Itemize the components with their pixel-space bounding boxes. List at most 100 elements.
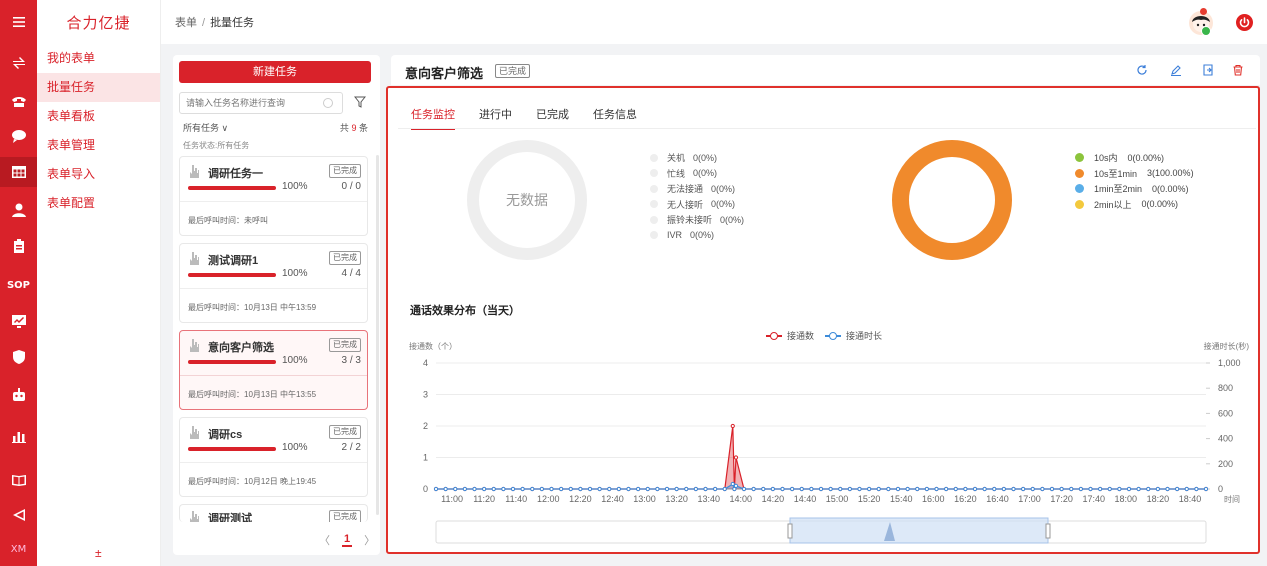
chat-icon[interactable] [0,121,37,151]
monitor-icon[interactable] [0,306,37,336]
x-tick-label: 17:00 [1018,494,1041,504]
grid-icon[interactable] [0,157,37,187]
legend-item[interactable]: 无法接通 0(0%) [650,181,744,197]
task-count-prefix: 共 [339,123,349,133]
filter-icon[interactable] [354,96,366,108]
tab-completed[interactable]: 已完成 [536,106,569,130]
card-divider [180,462,367,463]
legend-label: IVR [667,230,683,241]
bar-chart-icon[interactable] [0,421,37,451]
legend-item[interactable]: 10s内 0(0.00%) [1075,150,1194,166]
collapse-toggle[interactable]: ± [95,546,102,560]
progress-percent: 100% [282,442,308,453]
series-point [761,486,766,492]
hand-icon [190,426,199,439]
delete-icon[interactable] [1232,64,1244,76]
series-point [684,486,689,492]
icon-rail: SOP XM [0,0,37,566]
series-point [1136,486,1141,492]
page-1-button[interactable]: 1 [342,533,353,547]
legend-item[interactable]: 2min以上 0(0.00%) [1075,197,1194,213]
breadcrumb-parent[interactable]: 表单 [175,17,197,29]
subnav-item-my-forms[interactable]: 我的表单 [37,44,160,73]
legend-item[interactable]: 忙线 0(0%) [650,166,744,182]
book-icon[interactable] [0,465,37,495]
user-icon[interactable] [0,195,37,225]
search-icon[interactable] [323,98,333,108]
legend-value: 0(0%) [690,230,715,241]
legend-item[interactable]: 1min至2min 0(0.00%) [1075,181,1194,197]
series-point [501,486,506,492]
series-point [539,486,544,492]
legend-item[interactable]: 10s至1min 3(100.00%) [1075,166,1194,182]
top-bar: 表单 / 批量任务 [161,0,1267,44]
tab-task-monitor[interactable]: 任务监控 [411,106,455,130]
share-icon[interactable] [0,500,37,530]
series-point [1126,486,1132,492]
subnav-item-form-board[interactable]: 表单看板 [37,102,160,131]
menu-icon[interactable] [0,7,37,37]
task-title: 调研cs [208,429,243,441]
refresh-icon[interactable] [1136,64,1148,76]
task-card[interactable]: 测试调研1 已完成 100% 4 / 4 最后呼叫时间：10月13日 中午13:… [179,243,368,323]
card-divider [180,288,367,289]
breadcrumb-separator: / [202,17,206,29]
tab-task-info[interactable]: 任务信息 [593,106,637,130]
call-effect-chart: 接通数（个） 接通时长(秒)时间0123402004006008001,00011… [409,341,1249,544]
brand-logo: 合力亿捷 [66,14,131,32]
series-point [443,486,448,492]
last-call-time: 最后呼叫时间：10月12日 晚上19:45 [188,477,317,486]
edit-icon[interactable] [1170,64,1182,76]
next-page-button[interactable]: 〉 [364,532,375,548]
series-point [693,486,698,492]
legend-item[interactable]: 振铃未接听 0(0%) [650,212,744,228]
legend-dot [650,169,658,178]
task-search-input[interactable] [179,92,343,114]
progress-fraction: 2 / 2 [341,442,361,453]
power-icon[interactable] [1236,14,1253,31]
sop-icon[interactable]: SOP [0,270,37,300]
empty-data-text: 无数据 [506,192,548,208]
task-card[interactable]: 调研cs 已完成 100% 2 / 2 最后呼叫时间：10月12日 晚上19:4… [179,417,368,497]
pagination: 〈 1 〉 [319,532,375,548]
prev-page-button[interactable]: 〈 [319,532,330,548]
legend-label: 无法接通 [667,184,704,195]
task-card[interactable]: 调研测试 已完成 [179,504,368,522]
tab-bar: 任务监控 进行中 已完成 任务信息 [411,106,637,130]
legend-dot [650,231,658,240]
phone-icon[interactable] [0,86,37,116]
series-point [1001,486,1006,492]
clipboard-icon[interactable] [0,231,37,261]
hand-icon [190,252,199,265]
legend-item[interactable]: 关机 0(0%) [650,150,744,166]
robot-icon[interactable] [0,380,37,410]
task-card[interactable]: 调研任务一 已完成 100% 0 / 0 最后呼叫时间：未呼叫 [179,156,368,236]
x-tick-label: 12:00 [537,494,560,504]
x-tick-label: 15:40 [890,494,913,504]
y-tick-label: 0 [423,484,428,494]
series-point [828,486,833,492]
subnav-item-form-config[interactable]: 表单配置 [37,189,160,218]
progress-percent: 100% [282,268,308,279]
legend-item[interactable]: 无人接听 0(0%) [650,197,744,213]
legend-value: 0(0%) [720,214,745,225]
subnav-item-form-management[interactable]: 表单管理 [37,131,160,160]
subnav-item-form-import[interactable]: 表单导入 [37,160,160,189]
xm-icon[interactable]: XM [0,534,37,564]
y2-tick-label: 800 [1218,383,1233,393]
shield-icon[interactable] [0,342,37,372]
task-card-selected[interactable]: 意向客户筛选 已完成 100% 3 / 3 最后呼叫时间：10月13日 中午13… [179,330,368,410]
series-point [1030,486,1035,492]
y-tick-label: 2 [423,421,428,431]
task-scope-select[interactable]: 所有任务 ∨ [183,121,228,134]
status-badge: 已完成 [329,251,361,265]
export-icon[interactable] [1202,64,1214,76]
task-list-scrollbar[interactable] [376,155,379,515]
subnav-item-batch-tasks[interactable]: 批量任务 [37,73,160,102]
tab-in-progress[interactable]: 进行中 [479,106,512,130]
new-task-button[interactable]: 新建任务 [179,61,371,83]
legend-item[interactable]: IVR 0(0%) [650,228,744,244]
series-point [510,486,516,492]
transfer-icon[interactable] [0,48,37,78]
legend-label: 1min至2min [1094,184,1143,195]
